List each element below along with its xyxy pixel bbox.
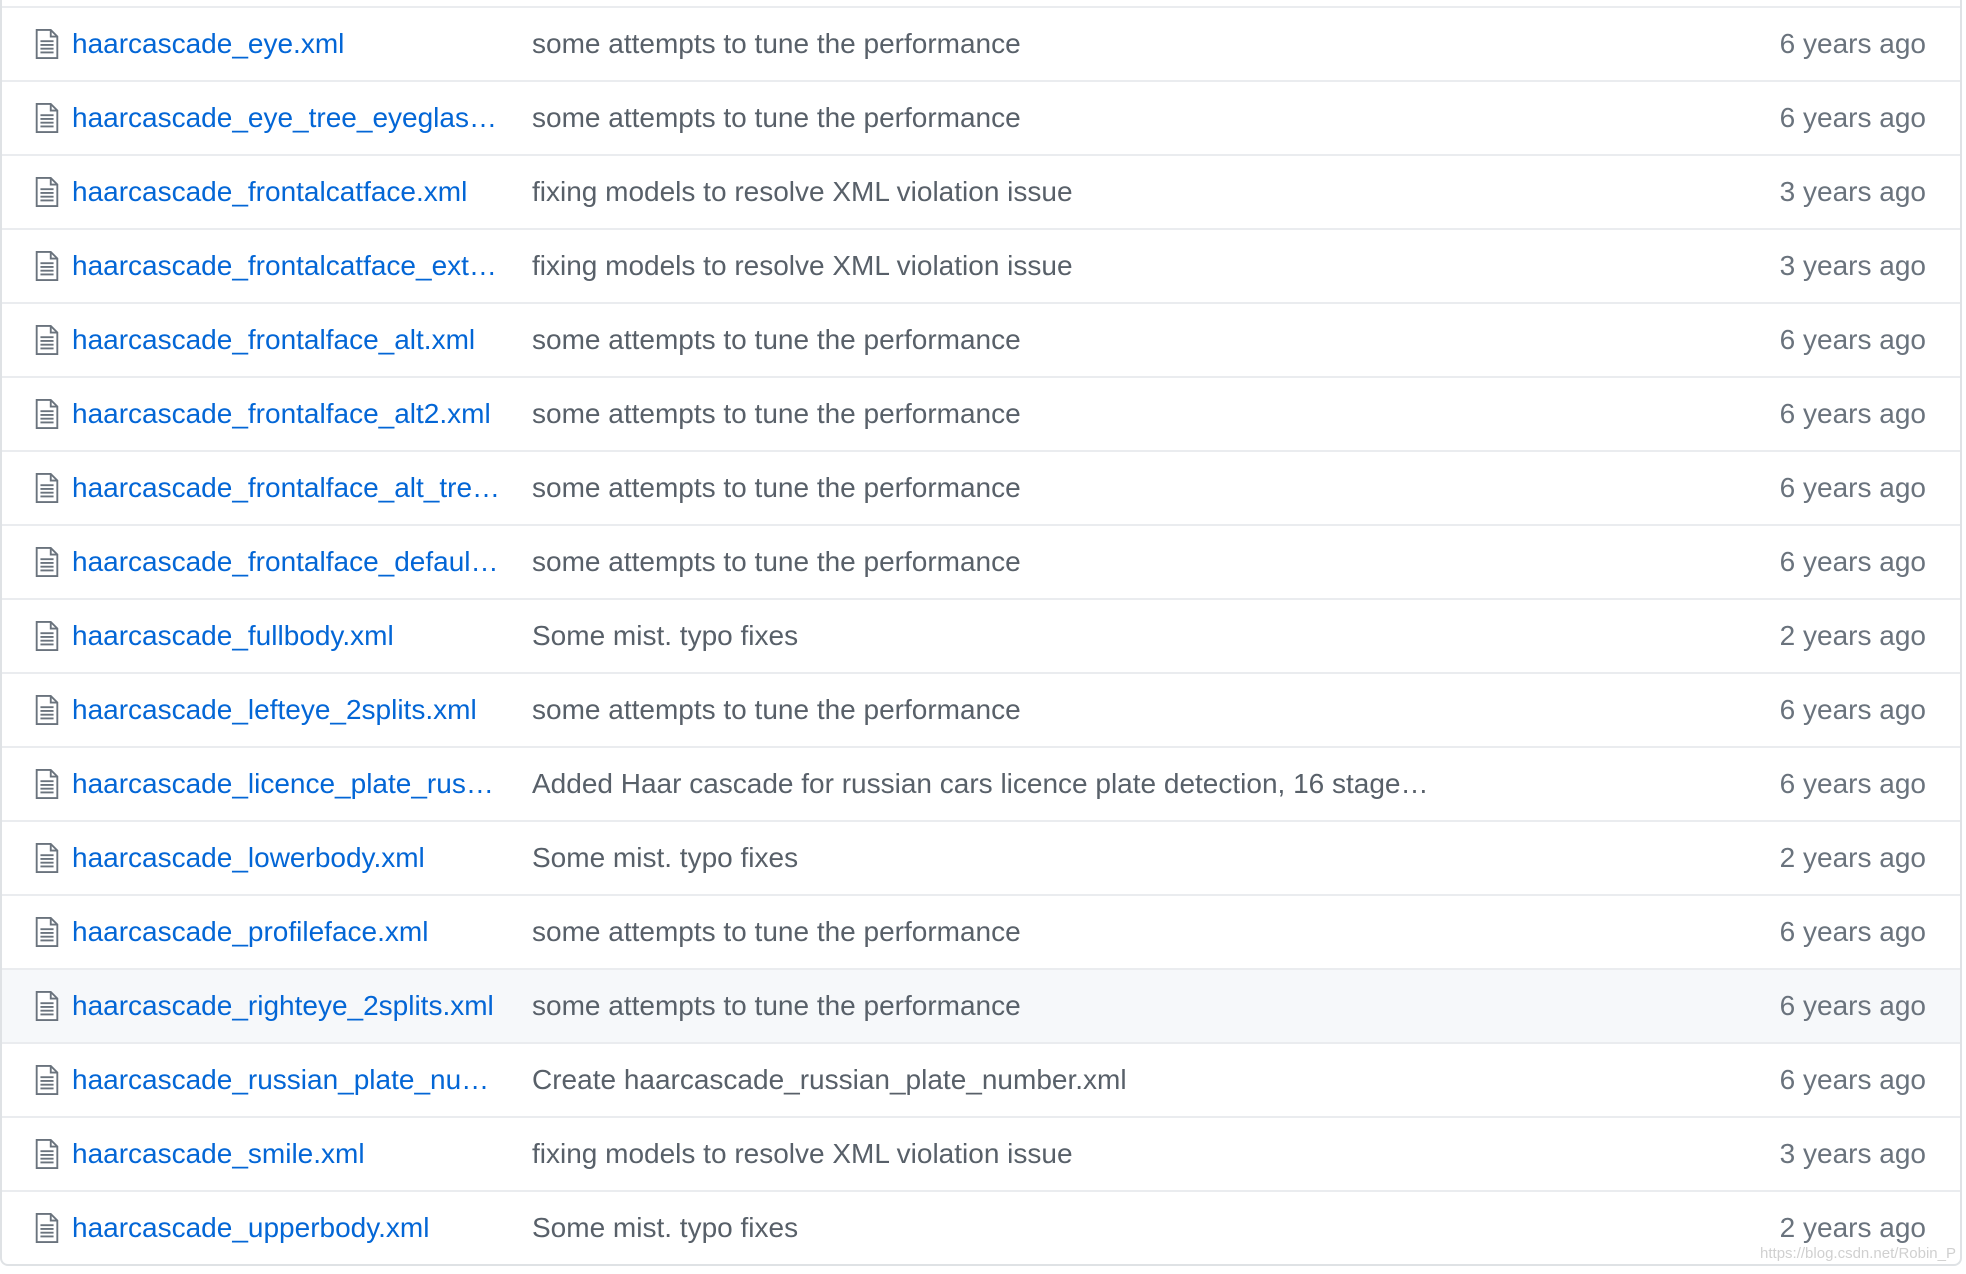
file-text-icon — [32, 917, 62, 947]
file-text-icon — [32, 29, 62, 59]
watermark: https://blog.csdn.net/Robin_P — [1760, 1245, 1956, 1262]
file-name-link[interactable]: haarcascade_fullbody.xml — [72, 620, 532, 652]
file-text-icon — [32, 103, 62, 133]
commit-age: 2 years ago — [1779, 620, 1926, 651]
commit-message-link[interactable]: Some mist. typo fixes — [532, 620, 1686, 652]
file-name-link[interactable]: haarcascade_righteye_2splits.xml — [72, 990, 532, 1022]
file-list-table: haarcascade_eye.xml some attempts to tun… — [0, 0, 1962, 1266]
file-text-icon — [32, 621, 62, 651]
commit-message-link[interactable]: some attempts to tune the performance — [532, 398, 1686, 430]
commit-age: 6 years ago — [1779, 768, 1926, 799]
file-row[interactable]: haarcascade_eye.xml some attempts to tun… — [2, 6, 1960, 80]
commit-age: 6 years ago — [1779, 398, 1926, 429]
file-name-link[interactable]: haarcascade_smile.xml — [72, 1138, 532, 1170]
commit-age: 3 years ago — [1779, 176, 1926, 207]
file-name-link[interactable]: haarcascade_frontalface_alt.xml — [72, 324, 532, 356]
commit-age: 6 years ago — [1779, 916, 1926, 947]
file-text-icon — [32, 399, 62, 429]
commit-message-link[interactable]: Create haarcascade_russian_plate_number.… — [532, 1064, 1686, 1096]
file-row[interactable]: haarcascade_profileface.xml some attempt… — [2, 894, 1960, 968]
commit-age: 6 years ago — [1779, 324, 1926, 355]
file-row[interactable]: haarcascade_righteye_2splits.xml some at… — [2, 968, 1960, 1042]
file-text-icon — [32, 177, 62, 207]
file-text-icon — [32, 695, 62, 725]
file-name-link[interactable]: haarcascade_eye.xml — [72, 28, 532, 60]
file-text-icon — [32, 547, 62, 577]
commit-age: 3 years ago — [1779, 250, 1926, 281]
file-name-link[interactable]: haarcascade_frontalcatface_exte… — [72, 250, 532, 282]
file-name-link[interactable]: haarcascade_licence_plate_rus_16… — [72, 768, 532, 800]
file-text-icon — [32, 769, 62, 799]
commit-message-link[interactable]: Some mist. typo fixes — [532, 842, 1686, 874]
file-text-icon — [32, 1139, 62, 1169]
commit-age: 6 years ago — [1779, 472, 1926, 503]
file-name-link[interactable]: haarcascade_lefteye_2splits.xml — [72, 694, 532, 726]
file-name-link[interactable]: haarcascade_eye_tree_eyeglasse… — [72, 102, 532, 134]
file-name-link[interactable]: haarcascade_profileface.xml — [72, 916, 532, 948]
commit-age: 6 years ago — [1779, 546, 1926, 577]
commit-age: 6 years ago — [1779, 102, 1926, 133]
file-text-icon — [32, 1213, 62, 1243]
file-row[interactable]: haarcascade_russian_plate_numb… Create h… — [2, 1042, 1960, 1116]
commit-message-link[interactable]: some attempts to tune the performance — [532, 102, 1686, 134]
file-name-link[interactable]: haarcascade_frontalcatface.xml — [72, 176, 532, 208]
commit-message-link[interactable]: some attempts to tune the performance — [532, 990, 1686, 1022]
file-row[interactable]: haarcascade_frontalface_alt_tree.… some … — [2, 450, 1960, 524]
commit-age: 3 years ago — [1779, 1138, 1926, 1169]
file-text-icon — [32, 473, 62, 503]
commit-message-link[interactable]: some attempts to tune the performance — [532, 694, 1686, 726]
file-row[interactable]: haarcascade_frontalface_alt2.xml some at… — [2, 376, 1960, 450]
file-row[interactable]: haarcascade_frontalface_default.… some a… — [2, 524, 1960, 598]
file-name-link[interactable]: haarcascade_upperbody.xml — [72, 1212, 532, 1244]
commit-message-link[interactable]: fixing models to resolve XML violation i… — [532, 250, 1686, 282]
file-text-icon — [32, 251, 62, 281]
file-name-link[interactable]: haarcascade_russian_plate_numb… — [72, 1064, 532, 1096]
file-row[interactable]: haarcascade_frontalcatface.xml fixing mo… — [2, 154, 1960, 228]
file-row[interactable]: haarcascade_licence_plate_rus_16… Added … — [2, 746, 1960, 820]
commit-message-link[interactable]: some attempts to tune the performance — [532, 472, 1686, 504]
file-row[interactable]: haarcascade_eye_tree_eyeglasse… some att… — [2, 80, 1960, 154]
commit-age: 6 years ago — [1779, 28, 1926, 59]
file-row[interactable]: haarcascade_lefteye_2splits.xml some att… — [2, 672, 1960, 746]
commit-message-link[interactable]: fixing models to resolve XML violation i… — [532, 1138, 1686, 1170]
commit-age: 2 years ago — [1779, 1212, 1926, 1243]
commit-message-link[interactable]: some attempts to tune the performance — [532, 916, 1686, 948]
file-name-link[interactable]: haarcascade_frontalface_alt_tree.… — [72, 472, 532, 504]
commit-message-link[interactable]: fixing models to resolve XML violation i… — [532, 176, 1686, 208]
commit-age: 6 years ago — [1779, 990, 1926, 1021]
file-list-rows: haarcascade_eye.xml some attempts to tun… — [2, 6, 1960, 1264]
file-text-icon — [32, 843, 62, 873]
commit-message-link[interactable]: some attempts to tune the performance — [532, 28, 1686, 60]
commit-message-link[interactable]: Some mist. typo fixes — [532, 1212, 1686, 1244]
file-name-link[interactable]: haarcascade_frontalface_default.… — [72, 546, 532, 578]
file-row[interactable]: haarcascade_lowerbody.xml Some mist. typ… — [2, 820, 1960, 894]
file-row[interactable]: haarcascade_fullbody.xml Some mist. typo… — [2, 598, 1960, 672]
commit-age: 2 years ago — [1779, 842, 1926, 873]
file-row[interactable]: haarcascade_smile.xml fixing models to r… — [2, 1116, 1960, 1190]
commit-message-link[interactable]: some attempts to tune the performance — [532, 546, 1686, 578]
commit-age: 6 years ago — [1779, 1064, 1926, 1095]
file-name-link[interactable]: haarcascade_frontalface_alt2.xml — [72, 398, 532, 430]
file-text-icon — [32, 991, 62, 1021]
file-row[interactable]: haarcascade_frontalcatface_exte… fixing … — [2, 228, 1960, 302]
file-row[interactable]: haarcascade_upperbody.xml Some mist. typ… — [2, 1190, 1960, 1264]
commit-message-link[interactable]: some attempts to tune the performance — [532, 324, 1686, 356]
file-row[interactable]: haarcascade_frontalface_alt.xml some att… — [2, 302, 1960, 376]
file-text-icon — [32, 1065, 62, 1095]
commit-age: 6 years ago — [1779, 694, 1926, 725]
file-name-link[interactable]: haarcascade_lowerbody.xml — [72, 842, 532, 874]
commit-message-link[interactable]: Added Haar cascade for russian cars lice… — [532, 768, 1686, 800]
file-text-icon — [32, 325, 62, 355]
